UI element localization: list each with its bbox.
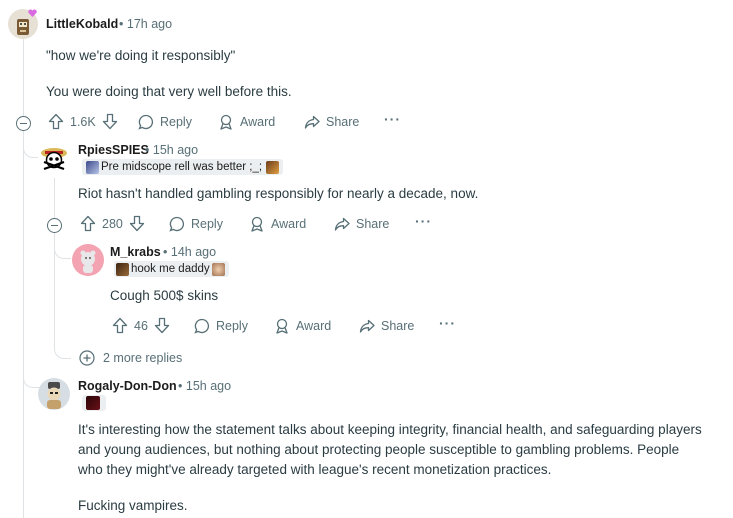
award-button[interactable]: Award [249,216,306,232]
avatar[interactable] [72,244,104,276]
comment-timestamp: • 15h ago [178,379,231,393]
reply-label: Reply [216,319,248,333]
comment-timestamp: • 14h ago [163,245,216,259]
flair-text: Pre midscope rell was better ;_; [101,161,263,173]
reply-label: Reply [160,115,192,129]
more-options-button[interactable]: ··· [439,315,456,331]
award-button[interactable]: Award [274,318,331,334]
comment-body-line: You were doing that very well before thi… [46,84,292,99]
award-label: Award [271,217,307,231]
vote-count: 46 [134,318,148,333]
user-flair [82,395,106,411]
thread-branch [54,342,71,359]
separator: • [145,143,150,157]
timestamp: 15h ago [185,379,232,393]
thread-line [23,130,24,518]
vote-count: 1.6K [70,114,96,129]
timestamp: 17h ago [126,17,173,31]
award-button[interactable]: Award [218,114,275,130]
username[interactable]: M_krabs [110,245,161,259]
share-icon [334,217,350,231]
thread-line [54,178,55,218]
separator: • [163,245,168,259]
vote-control: 1.6K [48,113,118,130]
user-flair: Pre midscope rell was better ;_; [82,159,284,175]
comment-body-line: Riot hasn't handled gambling responsibly… [78,186,479,201]
username[interactable]: Rogaly-Don-Don [78,379,177,393]
separator: • [119,17,124,31]
comment-body-line: "how we're doing it responsibly" [46,48,236,63]
vote-count: 280 [102,216,123,231]
reply-button[interactable]: Reply [138,114,192,130]
more-options-button[interactable]: ··· [415,213,432,229]
more-replies-button[interactable]: 2 more replies [79,350,182,366]
timestamp: 14h ago [170,245,217,259]
comment-body-line: Cough 500$ skins [110,288,219,303]
share-icon [304,115,320,129]
thread-branch [23,375,40,388]
flair-emoji [266,160,280,174]
user-flair: hook me daddy [114,261,229,277]
flair-emoji [86,160,99,174]
plus-circle-icon [79,350,95,366]
vote-control: 280 [80,215,145,232]
flair-emoji [86,396,100,410]
separator: • [178,379,183,393]
collapse-thread-button[interactable] [47,218,62,233]
comment-body-line: and young audiences, but nothing about p… [78,442,680,457]
heart-icon [28,4,37,17]
award-label: Award [296,319,332,333]
share-button[interactable]: Share [359,318,414,334]
share-label: Share [356,217,390,231]
comment-icon [194,318,210,334]
downvote-icon[interactable] [129,215,145,232]
vote-control: 46 [112,317,170,334]
comment-body-line: Fucking vampires. [78,498,188,513]
award-icon [251,216,263,232]
share-button[interactable]: Share [334,216,389,232]
share-label: Share [326,115,360,129]
reply-label: Reply [191,217,223,231]
share-label: Share [381,319,415,333]
more-replies-label: 2 more replies [103,351,183,365]
downvote-icon[interactable] [102,113,118,130]
username[interactable]: LittleKobald [46,17,118,31]
upvote-icon[interactable] [80,215,96,232]
comment-body-line: who they might've already targeted with … [78,462,552,477]
downvote-icon[interactable] [154,317,170,334]
avatar[interactable] [38,142,70,174]
flair-emoji [211,262,225,276]
award-icon [276,318,288,334]
upvote-icon[interactable] [48,113,64,130]
comment-body-line: It's interesting how the statement talks… [78,422,702,437]
upvote-icon[interactable] [112,317,128,334]
thread-branch [54,246,71,259]
thread-line [23,38,24,118]
comment-icon [169,216,185,232]
username[interactable]: RpiesSPIES [78,143,149,157]
reply-button[interactable]: Reply [194,318,248,334]
collapse-thread-button[interactable] [16,116,31,131]
flair-emoji [116,262,129,276]
reply-button[interactable]: Reply [169,216,223,232]
share-icon [359,319,375,333]
comment-timestamp: • 17h ago [119,17,172,31]
comment-icon [138,114,154,130]
award-label: Award [240,115,276,129]
share-button[interactable]: Share [304,114,359,130]
timestamp: 15h ago [152,143,199,157]
flair-text: hook me daddy [131,263,210,275]
comment-timestamp: • 15h ago [145,143,198,157]
award-icon [220,114,232,130]
more-options-button[interactable]: ··· [384,111,401,127]
avatar[interactable] [38,378,70,410]
